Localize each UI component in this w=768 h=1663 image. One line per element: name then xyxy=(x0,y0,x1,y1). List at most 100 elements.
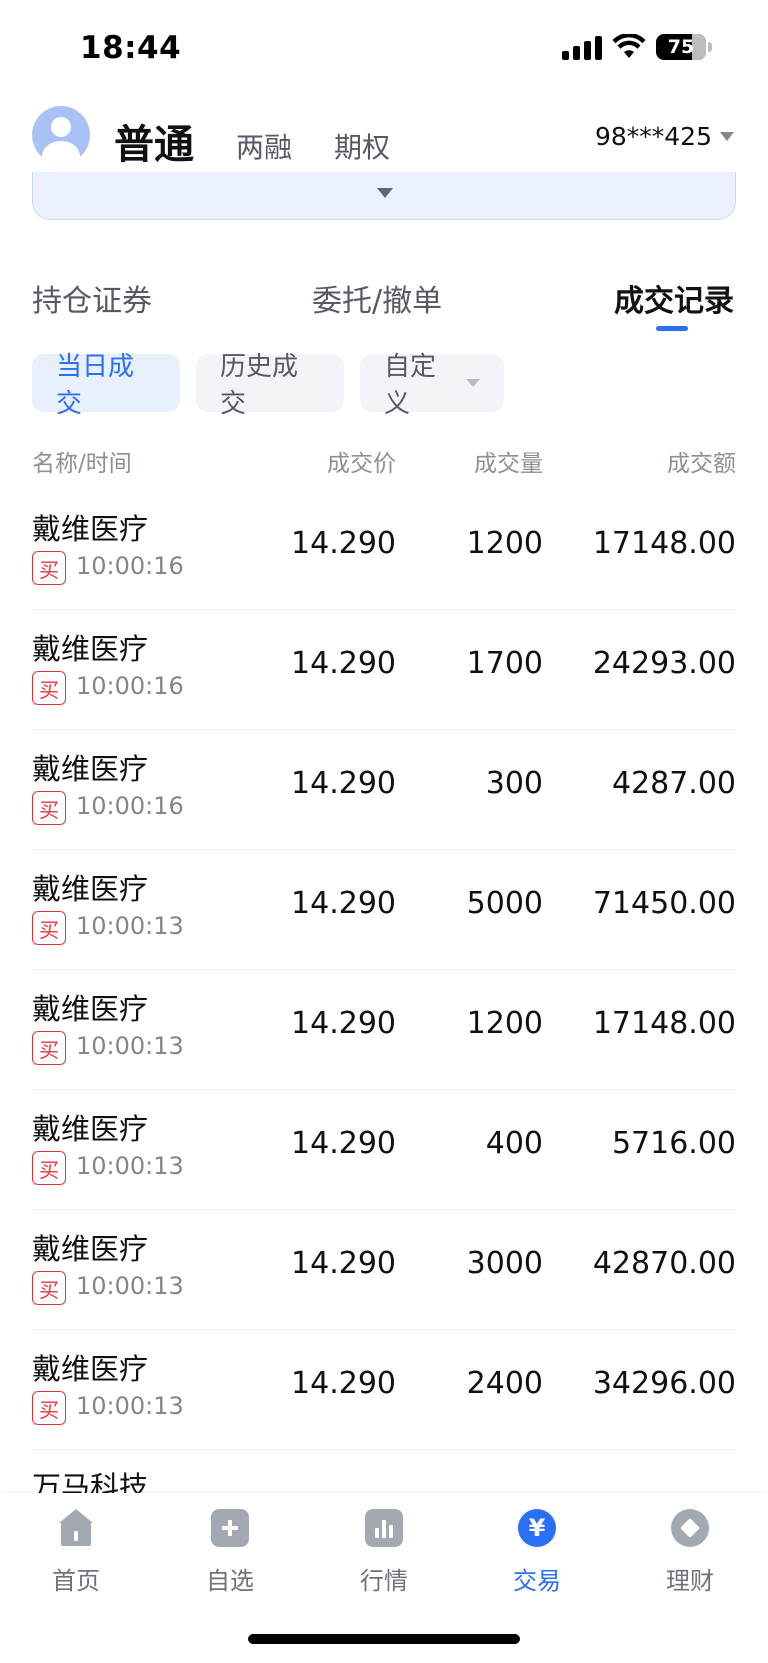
table-row[interactable]: 戴维医疗 买 10:00:13 14.290 2400 34296.00 xyxy=(32,1330,736,1450)
plus-icon xyxy=(211,1509,249,1547)
home-icon xyxy=(57,1509,95,1547)
buy-badge: 买 xyxy=(32,671,66,705)
status-bar: 18:44 75 xyxy=(0,0,768,100)
stock-name: 戴维医疗 xyxy=(32,872,149,906)
nav-home-label: 首页 xyxy=(52,1567,100,1595)
account-type-margin[interactable]: 两融 xyxy=(236,126,292,166)
trade-time: 10:00:13 xyxy=(76,1392,184,1420)
filter-today-label: 当日成交 xyxy=(56,352,135,419)
trade-price: 14.290 xyxy=(291,886,396,921)
trade-quantity: 400 xyxy=(485,1126,543,1161)
filter-history-label: 历史成交 xyxy=(220,352,299,419)
avatar[interactable] xyxy=(32,106,90,164)
account-type-options[interactable]: 期权 xyxy=(334,126,390,166)
wifi-icon xyxy=(612,34,646,58)
yen-icon: ¥ xyxy=(518,1509,556,1547)
trade-price: 14.290 xyxy=(291,646,396,681)
trade-time: 10:00:16 xyxy=(76,792,184,820)
nav-trade[interactable]: ¥ 交易 xyxy=(477,1509,597,1596)
active-tab-indicator xyxy=(656,326,688,331)
trade-quantity: 2400 xyxy=(466,1366,543,1401)
account-type-active[interactable]: 普通 xyxy=(114,112,194,170)
chart-icon xyxy=(365,1509,403,1547)
table-header: 名称/时间 成交价 成交量 成交额 xyxy=(32,440,736,477)
buy-badge: 买 xyxy=(32,911,66,945)
expand-caret-icon[interactable] xyxy=(377,188,393,198)
table-row[interactable]: 戴维医疗 买 10:00:13 14.290 5000 71450.00 xyxy=(32,850,736,970)
nav-market-label: 行情 xyxy=(360,1567,408,1595)
nav-wealth[interactable]: 理财 xyxy=(630,1509,750,1596)
filter-custom-dropdown[interactable]: 自定义 xyxy=(360,352,504,419)
buy-badge: 买 xyxy=(32,1031,66,1065)
trade-amount: 71450.00 xyxy=(592,886,736,921)
stock-name: 戴维医疗 xyxy=(32,992,149,1026)
nav-wealth-label: 理财 xyxy=(666,1567,714,1595)
table-row[interactable]: 戴维医疗 买 10:00:13 14.290 400 5716.00 xyxy=(32,1090,736,1210)
tab-holdings[interactable]: 持仓证券 xyxy=(32,276,152,320)
trade-amount: 5716.00 xyxy=(611,1126,736,1161)
header-amount: 成交额 xyxy=(667,451,736,477)
nav-watchlist[interactable]: 自选 xyxy=(170,1509,290,1596)
trade-price: 14.290 xyxy=(291,766,396,801)
trade-time: 10:00:13 xyxy=(76,912,184,940)
stock-name: 戴维医疗 xyxy=(32,632,149,666)
trade-amount: 24293.00 xyxy=(592,646,736,681)
table-row[interactable]: 戴维医疗 买 10:00:16 14.290 1700 24293.00 xyxy=(32,610,736,730)
stock-name: 戴维医疗 xyxy=(32,752,149,786)
table-row[interactable]: 戴维医疗 买 10:00:16 14.290 1200 17148.00 xyxy=(32,490,736,610)
stock-name: 戴维医疗 xyxy=(32,1352,149,1386)
header-price: 成交价 xyxy=(327,451,396,477)
filter-bar: 当日成交 历史成交 自定义 xyxy=(32,352,504,419)
buy-badge: 买 xyxy=(32,1151,66,1185)
collapsed-asset-panel[interactable] xyxy=(32,172,736,220)
table-row[interactable]: 戴维医疗 买 10:00:16 14.290 300 4287.00 xyxy=(32,730,736,850)
buy-badge: 买 xyxy=(32,551,66,585)
nav-home[interactable]: 首页 xyxy=(16,1509,136,1596)
trade-time: 10:00:13 xyxy=(76,1152,184,1180)
chevron-down-icon[interactable] xyxy=(720,132,734,141)
battery-icon: 75 xyxy=(656,34,706,60)
buy-badge: 买 xyxy=(32,1271,66,1305)
filter-custom-label: 自定义 xyxy=(384,352,437,419)
account-header: 普通 两融 期权 98***425 xyxy=(0,100,768,180)
diamond-icon xyxy=(671,1509,709,1547)
trade-amount: 17148.00 xyxy=(592,526,736,561)
trade-price: 14.290 xyxy=(291,1246,396,1281)
table-row[interactable]: 戴维医疗 买 10:00:13 14.290 1200 17148.00 xyxy=(32,970,736,1090)
header-quantity: 成交量 xyxy=(474,451,543,477)
status-icons: 75 xyxy=(562,34,712,60)
filter-history-button[interactable]: 历史成交 xyxy=(196,352,344,419)
trade-price: 14.290 xyxy=(291,1126,396,1161)
nav-market[interactable]: 行情 xyxy=(324,1509,444,1596)
filter-today-button[interactable]: 当日成交 xyxy=(32,352,180,419)
trade-amount: 4287.00 xyxy=(611,766,736,801)
trade-quantity: 5000 xyxy=(466,886,543,921)
trade-price: 14.290 xyxy=(291,526,396,561)
battery-level: 75 xyxy=(667,36,695,58)
trade-list: 戴维医疗 买 10:00:16 14.290 1200 17148.00 戴维医… xyxy=(32,490,736,1510)
account-number[interactable]: 98***425 xyxy=(595,122,712,151)
trade-quantity: 1700 xyxy=(466,646,543,681)
main-tabs: 持仓证券 委托/撤单 成交记录 xyxy=(0,270,768,331)
trade-quantity: 300 xyxy=(485,766,543,801)
trade-amount: 17148.00 xyxy=(592,1006,736,1041)
trade-time: 10:00:16 xyxy=(76,672,184,700)
stock-name: 戴维医疗 xyxy=(32,1112,149,1146)
trade-price: 14.290 xyxy=(291,1006,396,1041)
trade-time: 10:00:13 xyxy=(76,1272,184,1300)
header-name-time: 名称/时间 xyxy=(32,451,132,477)
home-indicator xyxy=(248,1634,520,1644)
nav-watchlist-label: 自选 xyxy=(206,1567,254,1595)
trade-quantity: 1200 xyxy=(466,1006,543,1041)
trade-amount: 42870.00 xyxy=(592,1246,736,1281)
signal-icon xyxy=(562,34,602,60)
stock-name: 戴维医疗 xyxy=(32,1232,149,1266)
status-time: 18:44 xyxy=(80,30,182,66)
tab-trade-records[interactable]: 成交记录 xyxy=(614,276,734,320)
table-row[interactable]: 戴维医疗 买 10:00:13 14.290 3000 42870.00 xyxy=(32,1210,736,1330)
stock-name: 戴维医疗 xyxy=(32,512,149,546)
trade-quantity: 3000 xyxy=(466,1246,543,1281)
trade-time: 10:00:16 xyxy=(76,552,184,580)
tab-orders-cancel[interactable]: 委托/撤单 xyxy=(312,276,442,320)
trade-time: 10:00:13 xyxy=(76,1032,184,1060)
